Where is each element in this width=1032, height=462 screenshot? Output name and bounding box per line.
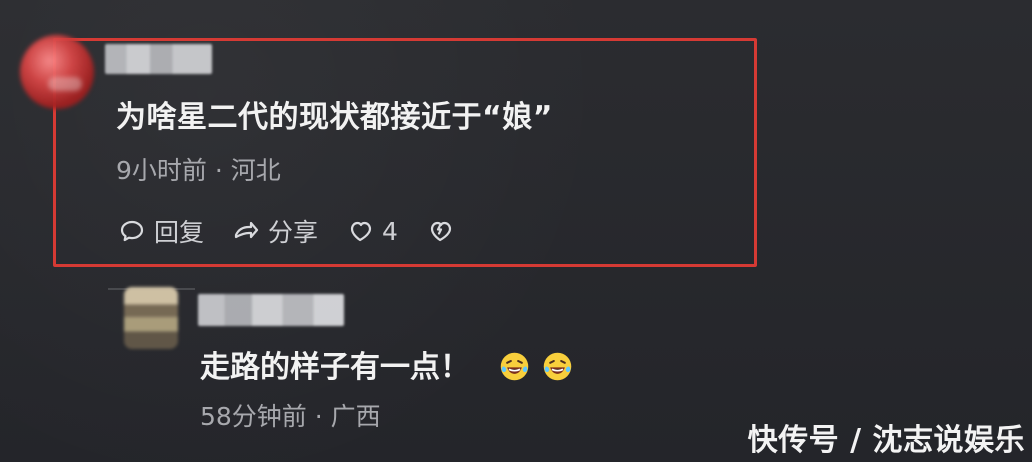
meta-separator: ·	[214, 156, 223, 185]
comment-actions: 回复 分享 4	[118, 214, 454, 248]
share-arrow-icon	[232, 217, 260, 245]
comment-location: 河北	[230, 156, 281, 185]
watermark: 快传号 / 沈志说娱乐	[747, 423, 1025, 458]
reply-text-row: 走路的样子有一点！	[200, 348, 574, 388]
share-label: 分享	[268, 218, 319, 247]
emoji-group	[498, 350, 574, 383]
reply-text: 走路的样子有一点！	[200, 350, 470, 385]
like-button[interactable]: 4	[346, 217, 398, 246]
avatar[interactable]	[20, 35, 94, 109]
main-comment: 为啥星二代的现状都接近于“娘” 9小时前 · 河北 回复 分享 4	[0, 0, 1032, 280]
laughing-emoji-icon	[498, 350, 531, 383]
broken-heart-icon	[426, 217, 454, 245]
reply-meta: 58分钟前 · 广西	[200, 400, 381, 434]
reply-username-blurred[interactable]	[198, 294, 344, 326]
comment-text: 为啥星二代的现状都接近于“娘”	[116, 100, 553, 135]
reply-button[interactable]: 回复	[118, 213, 204, 249]
comment-time: 9小时前	[116, 156, 207, 185]
reply-location: 广西	[330, 402, 381, 431]
like-count: 4	[382, 216, 398, 246]
laughing-emoji-icon	[541, 350, 574, 383]
username-blurred[interactable]	[105, 44, 212, 74]
comment-meta: 9小时前 · 河北	[116, 154, 281, 188]
meta-separator: ·	[314, 402, 323, 431]
reply-label: 回复	[154, 218, 205, 247]
comment-bubble-icon	[118, 217, 146, 245]
reply-avatar[interactable]	[124, 287, 178, 349]
reply-time: 58分钟前	[200, 402, 307, 431]
heart-icon	[346, 217, 374, 245]
share-button[interactable]: 分享	[232, 213, 318, 249]
dislike-button[interactable]	[426, 217, 454, 245]
